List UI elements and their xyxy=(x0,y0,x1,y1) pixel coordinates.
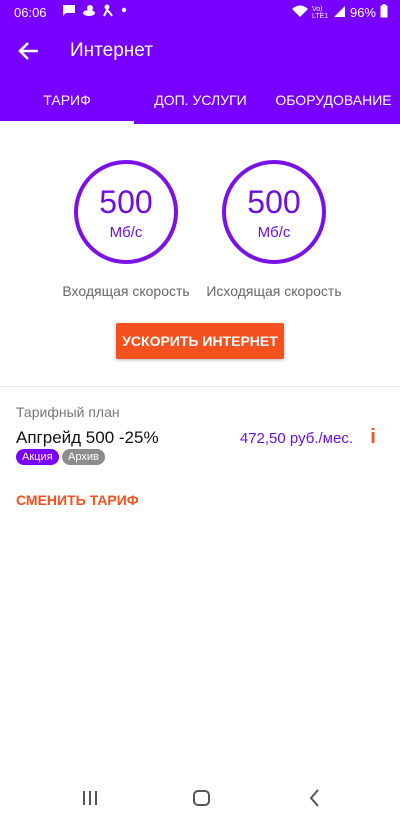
system-nav-bar xyxy=(0,772,400,822)
plan-name: Апгрейд 500 -25% xyxy=(16,428,159,447)
outgoing-speed-label: Исходящая скорость xyxy=(206,283,342,299)
incoming-speed-unit: Мб/с xyxy=(109,224,143,241)
battery-percent: 96% xyxy=(349,5,376,20)
boost-internet-button[interactable]: УСКОРИТЬ ИНТЕРНЕТ xyxy=(116,323,284,359)
outgoing-speed-value: 500 xyxy=(247,184,301,220)
recent-apps-icon[interactable] xyxy=(78,786,102,810)
status-right: Vo) LTE1 96% xyxy=(291,4,388,21)
back-icon[interactable] xyxy=(303,786,327,810)
status-time: 06:06 xyxy=(14,5,47,20)
tab-tariff[interactable]: ТАРИФ xyxy=(0,76,134,124)
tab-equipment[interactable]: ОБОРУДОВАНИЕ xyxy=(267,76,400,124)
incoming-speed-value: 500 xyxy=(99,184,153,220)
divider xyxy=(0,386,400,387)
duck-icon xyxy=(82,4,96,20)
tab-extra-services[interactable]: ДОП. УСЛУГИ xyxy=(134,76,267,124)
back-arrow-icon[interactable] xyxy=(16,38,42,64)
message-icon xyxy=(62,4,76,20)
archive-badge: Архив xyxy=(62,449,105,465)
person-icon xyxy=(102,4,114,20)
plan-price: 472,50 руб./мес. xyxy=(239,430,353,447)
network-type: Vo) LTE1 xyxy=(311,5,329,20)
tab-bar: ТАРИФ ДОП. УСЛУГИ ОБОРУДОВАНИЕ xyxy=(0,76,400,124)
info-icon[interactable]: i xyxy=(366,426,380,448)
change-tariff-link[interactable]: СМЕНИТЬ ТАРИФ xyxy=(16,492,139,508)
page-title: Интернет xyxy=(70,40,153,61)
status-bar: 06:06 Vo) LTE1 96% xyxy=(0,0,400,26)
incoming-speed-label: Входящая скорость xyxy=(62,283,190,299)
promo-badge: Акция xyxy=(16,449,59,465)
incoming-speed-ring: 500 Мб/с xyxy=(74,160,178,264)
plan-caption: Тарифный план xyxy=(16,404,120,420)
notification-icons xyxy=(62,4,128,20)
outgoing-speed-ring: 500 Мб/с xyxy=(222,160,326,264)
wifi-icon xyxy=(291,5,308,21)
outgoing-speed-unit: Мб/с xyxy=(257,224,291,241)
signal-icon xyxy=(333,5,346,21)
dot-icon xyxy=(120,4,128,20)
battery-icon xyxy=(380,4,388,21)
home-icon[interactable] xyxy=(190,786,214,810)
app-bar: Интернет xyxy=(0,26,400,76)
